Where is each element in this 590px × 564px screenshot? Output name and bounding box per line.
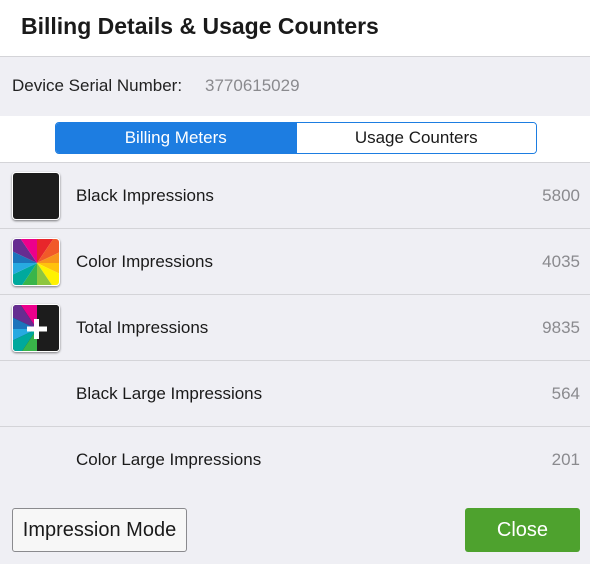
list-item-color-large-impressions: Color Large Impressions 201: [0, 427, 590, 493]
meter-value: 564: [551, 384, 580, 403]
title-bar: Billing Details & Usage Counters: [0, 0, 590, 57]
list-item-color-impressions: Color Impressions 4035: [0, 229, 590, 295]
tabs-area: Billing Meters Usage Counters: [0, 116, 590, 162]
meter-value: 5800: [542, 186, 580, 205]
close-button[interactable]: Close: [465, 508, 580, 552]
impression-mode-button[interactable]: Impression Mode: [12, 508, 187, 552]
tab-billing-meters[interactable]: Billing Meters: [56, 123, 296, 153]
list-item-black-large-impressions: Black Large Impressions 564: [0, 361, 590, 427]
list-item-total-impressions: Total Impressions 9835: [0, 295, 590, 361]
color-wheel-icon: [12, 238, 60, 286]
total-plus-icon: [12, 304, 60, 352]
meter-value: 4035: [542, 252, 580, 271]
segmented-control: Billing Meters Usage Counters: [55, 122, 537, 154]
black-swatch-icon: [12, 172, 60, 220]
serial-number-value: 3770615029: [205, 76, 300, 95]
serial-number-label: Device Serial Number:: [12, 76, 183, 95]
serial-number-row: Device Serial Number: 3770615029: [0, 57, 590, 116]
list-item-black-impressions: Black Impressions 5800: [0, 163, 590, 229]
meter-label: Total Impressions: [76, 318, 209, 337]
meter-label: Black Impressions: [76, 186, 214, 205]
dialog-title: Billing Details & Usage Counters: [21, 13, 379, 39]
meter-label: Black Large Impressions: [76, 384, 263, 403]
meter-value: 9835: [542, 318, 580, 337]
tab-usage-counters[interactable]: Usage Counters: [295, 123, 536, 153]
meter-value: 201: [551, 450, 580, 469]
meter-label: Color Impressions: [76, 252, 213, 271]
footer: Impression Mode Close: [0, 492, 590, 564]
meter-label: Color Large Impressions: [76, 450, 262, 469]
meters-list: Black Impressions 5800 Color Impressions: [0, 162, 590, 493]
